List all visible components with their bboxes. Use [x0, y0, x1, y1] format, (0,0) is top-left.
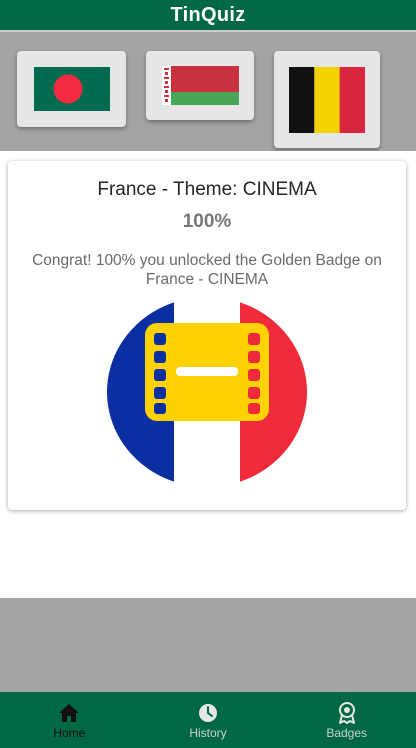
flag-card-belgium[interactable] [274, 51, 380, 148]
nav-badges-label: Badges [326, 726, 368, 740]
nav-history[interactable]: History [139, 692, 278, 748]
result-heading: France - Theme: CINEMA [97, 179, 317, 200]
app-title: TinQuiz [170, 3, 246, 26]
result-message: Congrat! 100% you unlocked the Golden Ba… [32, 252, 382, 288]
belgium-flag-icon [289, 66, 365, 133]
app-header: TinQuiz [0, 0, 416, 32]
result-score: 100% [182, 211, 232, 232]
home-icon [58, 702, 80, 724]
nav-home-label: Home [53, 726, 86, 740]
nav-badges[interactable]: Badges [277, 692, 416, 748]
nav-home[interactable]: Home [0, 692, 139, 748]
flag-card-belarus[interactable] [146, 51, 254, 120]
flag-card-bangladesh[interactable] [17, 51, 126, 127]
badge-icon [336, 702, 358, 724]
cinema-badge-icon [107, 297, 307, 487]
bottom-nav: Home History Badges [0, 692, 416, 748]
result-card: France - Theme: CINEMA 100% Congrat! 100… [8, 161, 406, 510]
belarus-flag-icon [161, 66, 239, 105]
clock-icon [197, 702, 219, 724]
bangladesh-flag-icon [33, 67, 110, 111]
nav-history-label: History [189, 726, 227, 740]
